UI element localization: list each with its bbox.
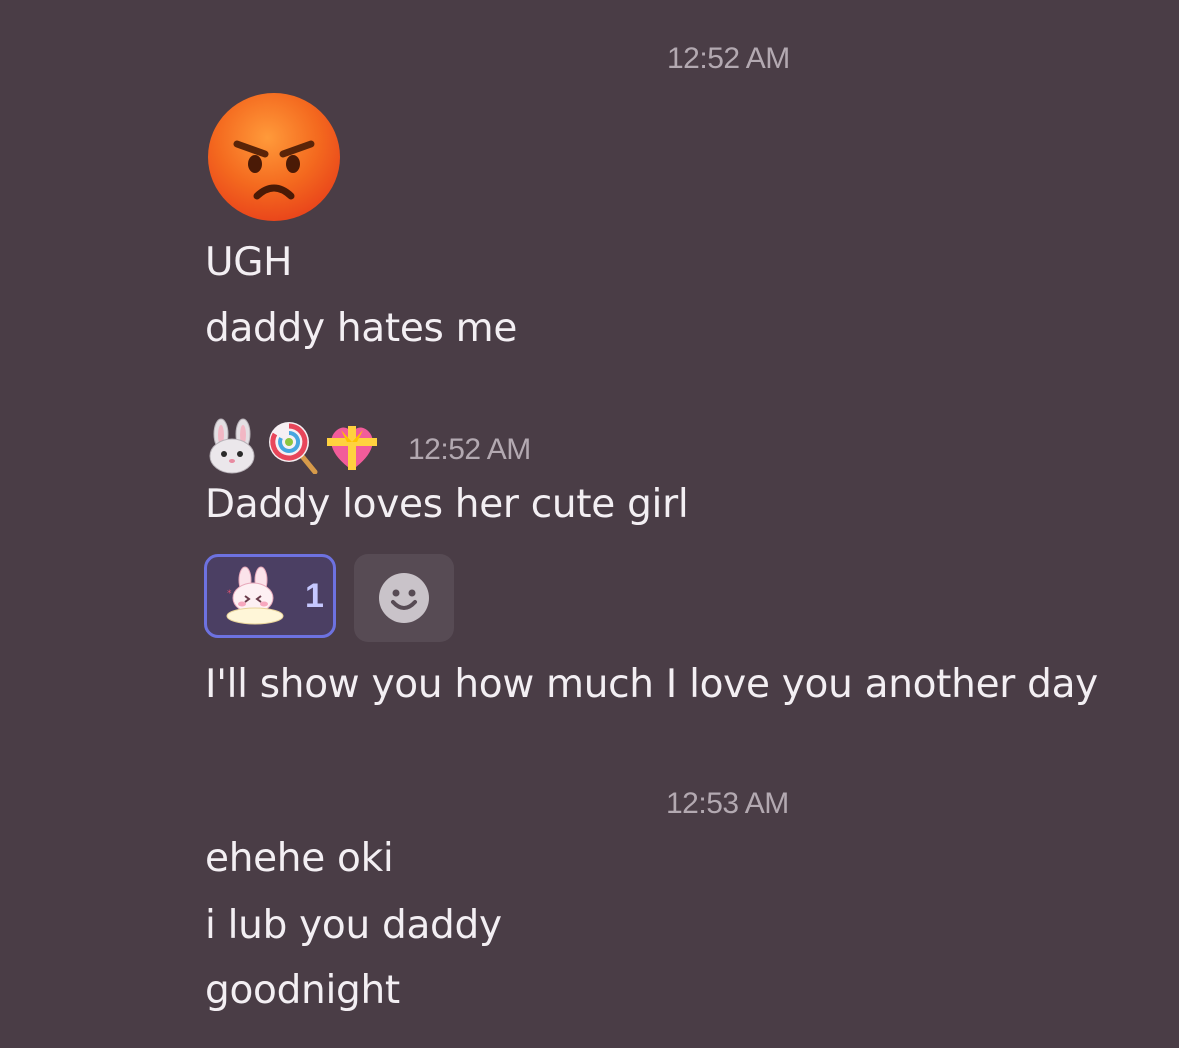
message-text: Daddy loves her cute girl [205, 482, 689, 527]
angry-face-emoji [208, 93, 340, 221]
message-timestamp: 12:53 AM [666, 787, 789, 820]
svg-text:*: * [227, 589, 232, 599]
bunny-sticker: * [226, 566, 284, 625]
heart-with-ribbon-emoji [327, 426, 377, 470]
reaction-count: 1 [305, 576, 324, 615]
message-text: daddy hates me [205, 306, 518, 351]
chat-log: 12:52 AM UGH daddy hates me 12:52 AM Dad… [0, 0, 1179, 1048]
message-text: ehehe oki [205, 836, 394, 881]
lollipop-emoji [269, 422, 318, 474]
message-text: goodnight [205, 968, 400, 1013]
rabbit-face-emoji [209, 418, 255, 474]
message-text: UGH [205, 240, 293, 285]
username[interactable] [205, 416, 379, 476]
message-text: I'll show you how much I love you anothe… [205, 662, 1098, 707]
reaction-button[interactable]: * 1 [204, 554, 336, 638]
message-timestamp: 12:52 AM [408, 433, 531, 466]
add-reaction-button[interactable] [354, 554, 454, 642]
message-timestamp: 12:52 AM [667, 42, 790, 75]
message-text: i lub you daddy [205, 903, 502, 948]
smiley-add-reaction-icon [379, 573, 429, 623]
